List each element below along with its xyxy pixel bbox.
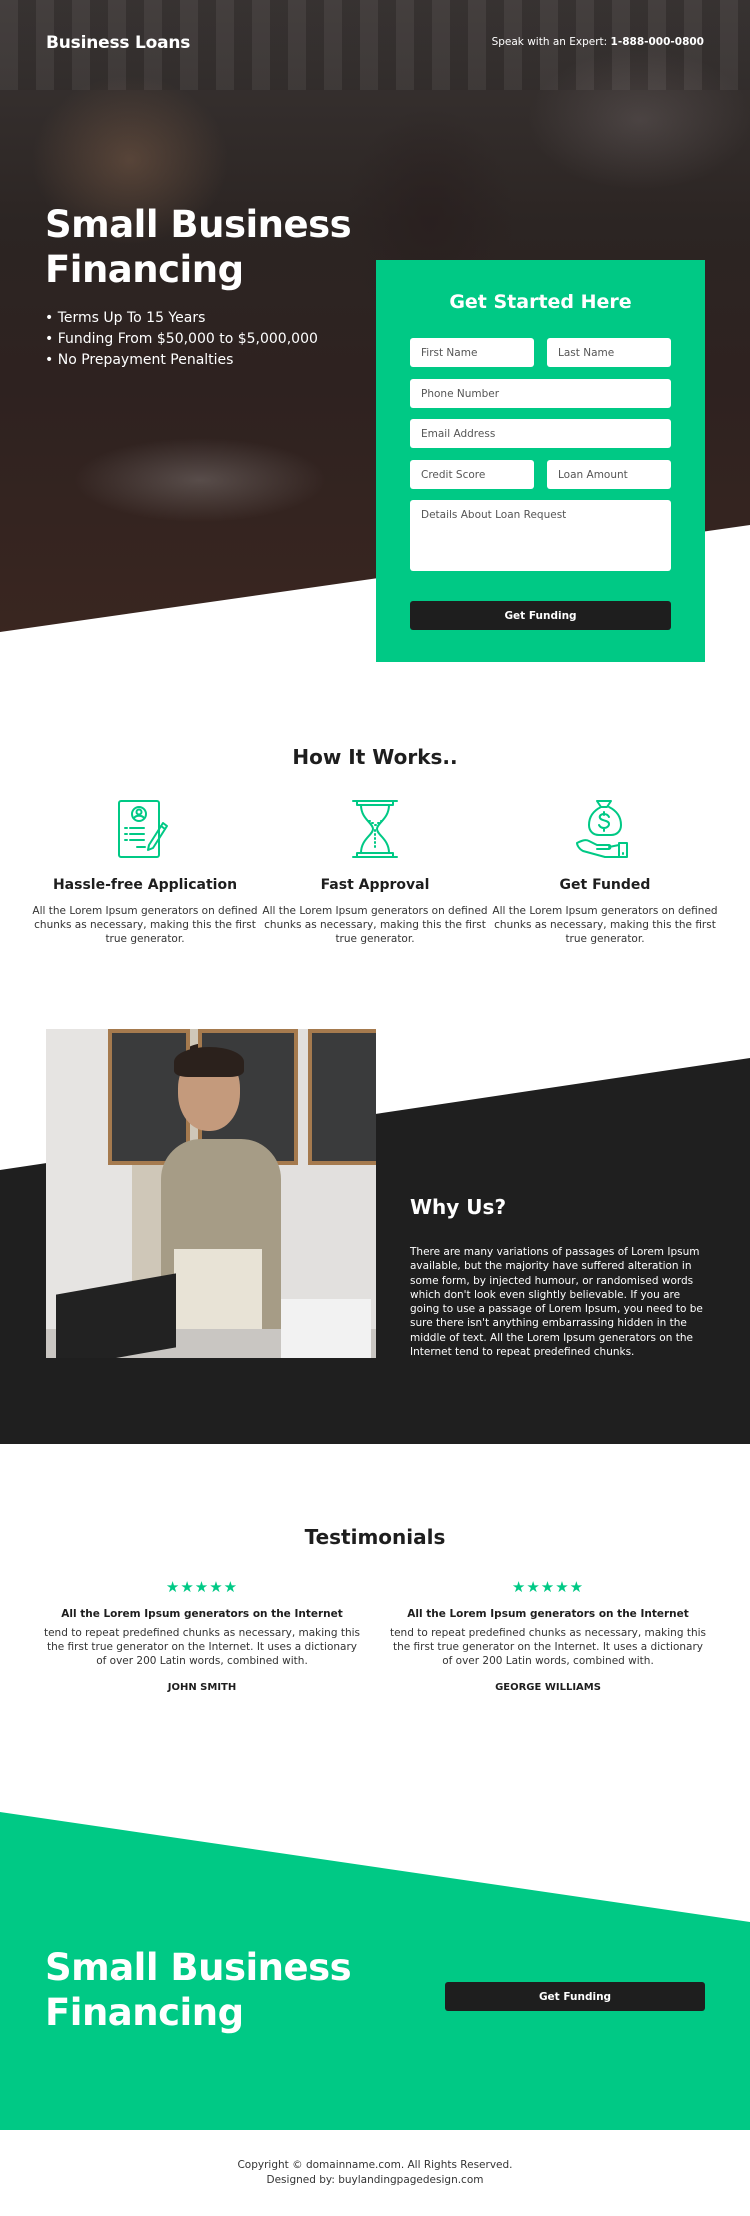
cta-get-funding-button[interactable]: Get Funding [445,1982,705,2011]
designed-by-link[interactable]: Designed by: buylandingpagedesign.com [0,2173,750,2188]
step-card: Hassle-free Application All the Lorem Ip… [30,797,260,946]
testimonial-text: tend to repeat predefined chunks as nece… [43,1627,360,1667]
hourglass-icon [343,797,407,861]
first-name-input[interactable]: First Name [410,338,534,367]
testimonial-author: JOHN SMITH [167,1682,237,1693]
benefit-item: Funding From $50,000 to $5,000,000 [45,329,318,350]
testimonial-text: tend to repeat predefined chunks as nece… [389,1627,706,1667]
application-form-icon [113,797,177,861]
brand-logo[interactable]: Business Loans [46,33,190,53]
testimonials-title: Testimonials [304,1525,446,1549]
cta-title-line2: Financing [45,1991,244,2034]
testimonial-card: ★★★★★ All the Lorem Ipsum generators on … [388,1578,708,1693]
money-bag-hand-icon [573,797,637,861]
testimonial-heading: All the Lorem Ipsum generators on the In… [61,1608,343,1620]
cta-title: Small Business Financing [45,1945,352,2035]
step-title: Hassle-free Application [52,877,238,893]
hero-title-line1: Small Business [45,203,352,246]
step-description: All the Lorem Ipsum generators on define… [492,905,718,945]
loan-amount-select[interactable]: Loan Amount [547,460,671,489]
benefit-item: Terms Up To 15 Years [45,308,318,329]
hero-benefits-list: Terms Up To 15 Years Funding From $50,00… [45,308,318,371]
testimonial-author: GEORGE WILLIAMS [495,1682,601,1693]
menu-board [308,1029,376,1165]
phone-number-input[interactable]: Phone Number [410,379,671,408]
copyright-text: Copyright © domainname.com. All Rights R… [237,2159,513,2171]
step-card: Fast Approval All the Lorem Ipsum genera… [260,797,490,946]
barista-photo [46,1029,376,1358]
why-us-text: There are many variations of passages of… [410,1246,703,1359]
step-title: Get Funded [559,877,651,893]
hero-title-line2: Financing [45,248,244,291]
star-rating-icon: ★★★★★ [511,1578,585,1596]
step-title: Fast Approval [320,877,430,893]
expert-contact: Speak with an Expert: 1-888-000-0800 [492,36,704,48]
testimonial-card: ★★★★★ All the Lorem Ipsum generators on … [42,1578,362,1693]
get-funding-button[interactable]: Get Funding [410,601,671,630]
why-us-title: Why Us? [410,1195,507,1219]
footer: Copyright © domainname.com. All Rights R… [0,2158,750,2188]
step-description: All the Lorem Ipsum generators on define… [262,905,488,945]
expert-label: Speak with an Expert: [491,36,608,48]
how-it-works-title: How It Works.. [292,745,458,769]
credit-score-select[interactable]: Credit Score [410,460,534,489]
lead-form: Get Started Here First Name Last Name Ph… [376,260,705,662]
hero-title: Small Business Financing [45,202,375,292]
star-rating-icon: ★★★★★ [165,1578,239,1596]
cta-title-line1: Small Business [45,1946,352,1989]
email-address-input[interactable]: Email Address [410,419,671,448]
step-card: Get Funded All the Lorem Ipsum generator… [490,797,720,946]
phone-link[interactable]: 1-888-000-0800 [611,36,704,48]
testimonial-heading: All the Lorem Ipsum generators on the In… [407,1608,689,1620]
form-title: Get Started Here [449,291,632,313]
photo-cards [281,1299,371,1358]
last-name-input[interactable]: Last Name [547,338,671,367]
loan-details-textarea[interactable]: Details About Loan Request [410,500,671,571]
benefit-item: No Prepayment Penalties [45,350,318,371]
photo-hair [174,1047,244,1077]
photo-register [56,1273,176,1358]
step-description: All the Lorem Ipsum generators on define… [32,905,258,945]
